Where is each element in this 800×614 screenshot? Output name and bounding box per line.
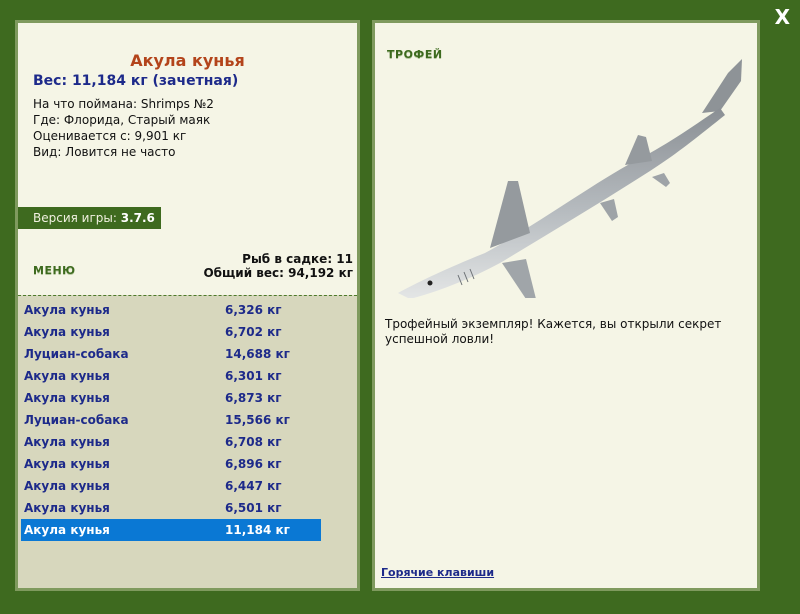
catch-fish-weight: 15,566 кг — [225, 413, 290, 427]
catch-fish-name: Луциан-собака — [24, 413, 129, 427]
net-count: Рыб в садке: 11 — [242, 252, 353, 266]
catch-fish-weight: 6,708 кг — [225, 435, 282, 449]
fish-name: Акула кунья — [130, 51, 245, 70]
catch-fish-name: Акула кунья — [24, 523, 110, 537]
catch-fish-name: Луциан-собака — [24, 347, 129, 361]
catch-fish-name: Акула кунья — [24, 369, 110, 383]
catch-fish-weight: 6,301 кг — [225, 369, 282, 383]
net-stats: Рыб в садке: 11 Общий вес: 94,192 кг — [203, 252, 353, 280]
catch-row[interactable]: Акула кунья 6,708 кг — [21, 431, 321, 453]
hotkeys-link[interactable]: Горячие клавиши — [381, 566, 494, 579]
net-total-weight: Общий вес: 94,192 кг — [203, 266, 353, 280]
catch-row[interactable]: Луциан-собака 14,688 кг — [21, 343, 321, 365]
catch-fish-weight: 6,447 кг — [225, 479, 282, 493]
catch-fish-weight: 14,688 кг — [225, 347, 290, 361]
game-version: Версия игры: 3.7.6 — [18, 207, 161, 229]
catch-fish-name: Акула кунья — [24, 501, 110, 515]
catch-fish-name: Акула кунья — [24, 303, 110, 317]
catch-fish-weight: 6,896 кг — [225, 457, 282, 471]
catch-row[interactable]: Луциан-собака 15,566 кг — [21, 409, 321, 431]
fish-rarity: Вид: Ловится не часто — [33, 145, 176, 159]
close-button[interactable]: X — [775, 6, 790, 28]
catch-fish-name: Акула кунья — [24, 457, 110, 471]
catch-fish-weight: 11,184 кг — [225, 523, 290, 537]
catch-row[interactable]: Акула кунья 11,184 кг — [21, 519, 321, 541]
catch-row[interactable]: Акула кунья 6,326 кг — [21, 299, 321, 321]
catch-row[interactable]: Акула кунья 6,501 кг — [21, 497, 321, 519]
catch-fish-weight: 6,501 кг — [225, 501, 282, 515]
trophy-panel: ТРОФЕЙ Трофейный экземпляр! Кажется, вы … — [372, 20, 760, 591]
catch-row[interactable]: Акула кунья 6,873 кг — [21, 387, 321, 409]
trophy-description: Трофейный экземпляр! Кажется, вы открыли… — [385, 317, 722, 346]
catch-fish-weight: 6,702 кг — [225, 325, 282, 339]
fish-valued: Оценивается с: 9,901 кг — [33, 129, 187, 143]
fish-weight: Вес: 11,184 кг (зачетная) — [33, 73, 239, 89]
catch-row[interactable]: Акула кунья 6,896 кг — [21, 453, 321, 475]
catch-row[interactable]: Акула кунья 6,447 кг — [21, 475, 321, 497]
catch-fish-weight: 6,326 кг — [225, 303, 282, 317]
menu-button[interactable]: МЕНЮ — [33, 264, 76, 277]
catch-fish-name: Акула кунья — [24, 325, 110, 339]
version-label: Версия игры: — [33, 211, 117, 225]
catch-fish-name: Акула кунья — [24, 391, 110, 405]
fish-bait: На что поймана: Shrimps №2 — [33, 97, 214, 111]
catch-fish-weight: 6,873 кг — [225, 391, 282, 405]
catch-fish-name: Акула кунья — [24, 435, 110, 449]
fish-info-panel: Акула кунья Вес: 11,184 кг (зачетная) На… — [15, 20, 360, 591]
catch-fish-name: Акула кунья — [24, 479, 110, 493]
shark-image — [398, 59, 742, 298]
catch-row[interactable]: Акула кунья 6,702 кг — [21, 321, 321, 343]
fish-location: Где: Флорида, Старый маяк — [33, 113, 211, 127]
catch-row[interactable]: Акула кунья 6,301 кг — [21, 365, 321, 387]
version-value: 3.7.6 — [120, 211, 155, 225]
catch-list: Акула кунья 6,326 кг Акула кунья 6,702 кг Лу… — [18, 295, 357, 588]
